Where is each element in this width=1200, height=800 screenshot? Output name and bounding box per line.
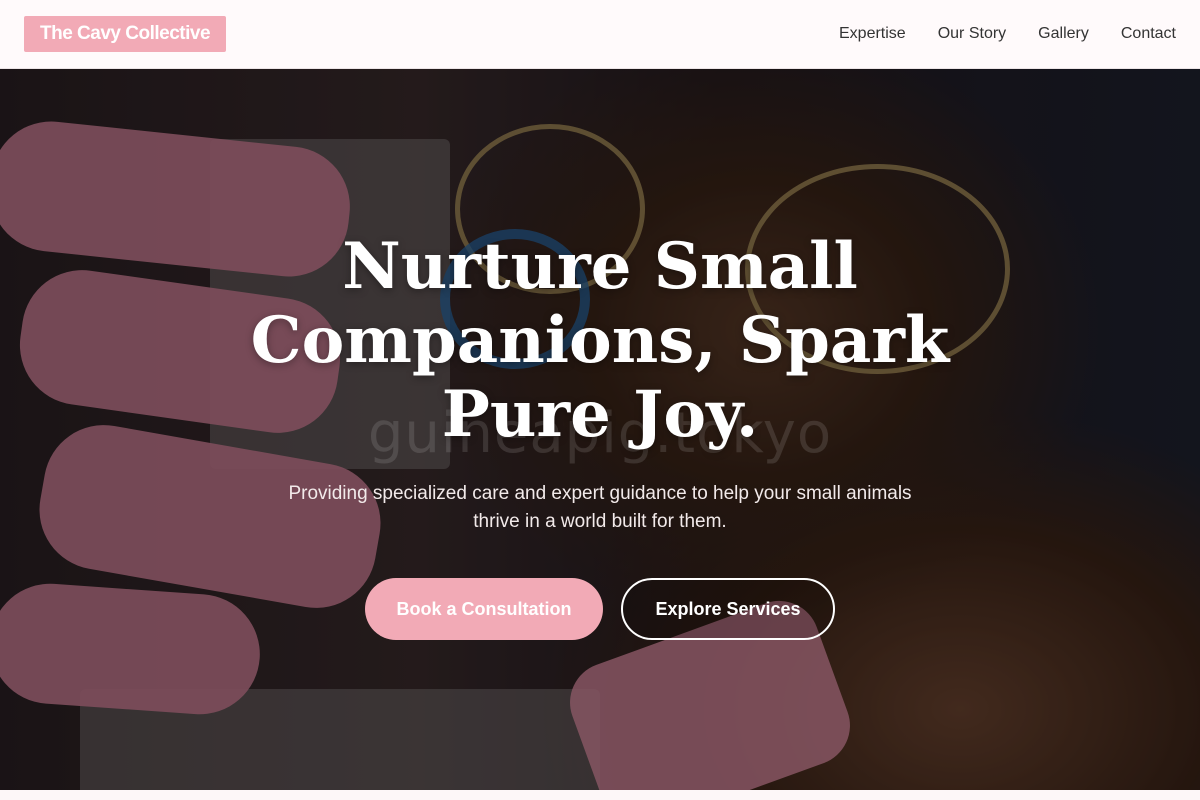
main-nav: Expertise Our Story Gallery Contact xyxy=(839,25,1176,43)
hero-content: Nurture Small Companions, Spark Pure Joy… xyxy=(0,230,1200,640)
explore-services-button[interactable]: Explore Services xyxy=(621,578,835,640)
nav-link-contact[interactable]: Contact xyxy=(1121,25,1176,43)
nav-link-gallery[interactable]: Gallery xyxy=(1038,25,1089,43)
hero-subtext: Providing specialized care and expert gu… xyxy=(288,483,912,532)
hero-cta-row: Book a Consultation Explore Services xyxy=(365,578,835,640)
nav-link-expertise[interactable]: Expertise xyxy=(839,25,906,43)
hero-headline: Nurture Small Companions, Spark Pure Joy… xyxy=(250,229,950,452)
brand-logo[interactable]: The Cavy Collective xyxy=(24,16,227,52)
page-bottom-strip xyxy=(0,790,1200,800)
nav-link-our-story[interactable]: Our Story xyxy=(938,25,1006,43)
book-consultation-button[interactable]: Book a Consultation xyxy=(365,578,603,640)
top-navbar: The Cavy Collective Expertise Our Story … xyxy=(0,0,1200,69)
